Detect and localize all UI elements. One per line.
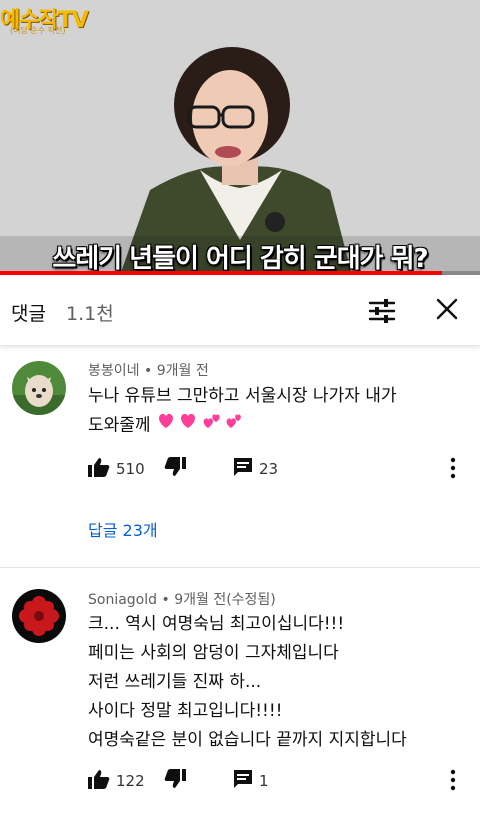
reply-button[interactable]: 23 — [233, 457, 278, 481]
comment-line: 페미는 사회의 암덩이 그자체입니다 — [88, 643, 339, 663]
comment-actions: 510 23 — [88, 457, 468, 481]
comment-icon — [233, 769, 253, 793]
comment-thread: 봉봉이네 • 9개월 전 누나 유튜브 그만하고 서울시장 나가자 내가 도와줄… — [0, 345, 480, 567]
dislike-button[interactable] — [164, 769, 186, 793]
thumbs-down-icon — [164, 769, 186, 793]
comment-actions: 122 1 — [88, 769, 468, 793]
thumbs-up-icon — [88, 457, 110, 481]
comment-time: 9개월 전(수정됨) — [174, 592, 276, 608]
like-button[interactable]: 122 — [88, 769, 145, 793]
sort-sliders-icon[interactable] — [368, 298, 396, 328]
like-count: 122 — [116, 772, 145, 790]
like-button[interactable]: 510 — [88, 457, 145, 481]
more-vertical-icon[interactable] — [448, 457, 458, 483]
more-vertical-icon[interactable] — [448, 769, 458, 795]
like-count: 510 — [116, 460, 145, 478]
comment-time: 9개월 전 — [156, 363, 209, 379]
comment-meta: 봉봉이네 • 9개월 전 — [88, 363, 209, 379]
avatar[interactable] — [12, 589, 66, 643]
video-player[interactable]: 예수작TV (여당 순수 작전) 쓰레기 년들이 어디 감히 군대가 뭐? — [0, 0, 480, 275]
comments-header: 댓글 1.1천 — [0, 275, 480, 346]
comment-line: 크... 역시 여명숙님 최고이십니다!!! — [88, 614, 345, 634]
comment-line: 누나 유튜브 그만하고 서울시장 나가자 내가 — [88, 386, 397, 406]
comment-author[interactable]: Soniagold — [88, 592, 157, 608]
close-icon[interactable] — [436, 298, 458, 324]
comments-count: 1.1천 — [66, 303, 114, 325]
avatar[interactable] — [12, 361, 66, 415]
comment-meta: Soniagold • 9개월 전(수정됨) — [88, 592, 276, 608]
reply-count: 1 — [259, 772, 269, 790]
comment-line: 저런 쓰레기들 진짜 하... — [88, 672, 262, 692]
video-caption: 쓰레기 년들이 어디 감히 군대가 뭐? — [52, 244, 428, 274]
comment-line-with-emoji: 도와줄께 — [88, 411, 397, 441]
dislike-button[interactable] — [164, 457, 186, 481]
thumbs-down-icon — [164, 457, 186, 481]
reply-button[interactable]: 1 — [233, 769, 269, 793]
comment-line: 여명숙같은 분이 없습니다 끝까지 지지합니다 — [88, 730, 407, 750]
comment-line: 사이다 정말 최고입니다!!!! — [88, 701, 283, 721]
comments-title: 댓글 — [11, 303, 46, 325]
comment-thread: Soniagold • 9개월 전(수정됨) 크... 역시 여명숙님 최고이십… — [0, 568, 480, 820]
channel-logo-subtitle: (여당 순수 작전) — [10, 26, 66, 35]
thumbs-up-icon — [88, 769, 110, 793]
view-replies-link[interactable]: 답글 23개 — [88, 517, 158, 541]
reply-count: 23 — [259, 460, 279, 478]
video-frame — [0, 0, 480, 275]
heart-emoji-icon — [157, 411, 241, 440]
comment-icon — [233, 457, 253, 481]
comment-body: 크... 역시 여명숙님 최고이십니다!!! 페미는 사회의 암덩이 그자체입니… — [88, 610, 407, 755]
comment-author[interactable]: 봉봉이네 — [88, 363, 140, 379]
comment-body: 누나 유튜브 그만하고 서울시장 나가자 내가 도와줄께 — [88, 382, 397, 441]
